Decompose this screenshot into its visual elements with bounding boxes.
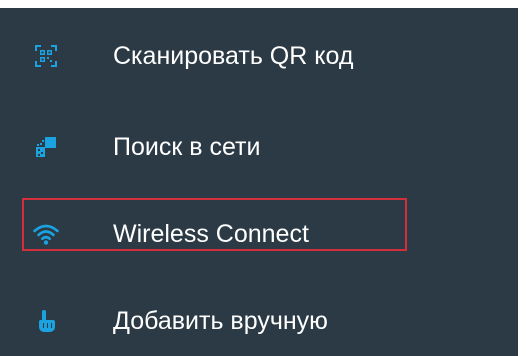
hand-pointer-icon xyxy=(32,307,60,335)
menu-item-add-manually[interactable]: Добавить вручную xyxy=(0,278,518,356)
menu-item-label: Сканировать QR код xyxy=(113,42,354,70)
menu-item-label: Wireless Connect xyxy=(113,220,309,248)
menu-item-label: Поиск в сети xyxy=(113,133,261,161)
qr-scan-icon xyxy=(32,42,60,70)
menu-item-label: Добавить вручную xyxy=(113,307,328,335)
wifi-icon xyxy=(32,220,60,248)
network-search-icon xyxy=(32,133,60,161)
add-device-menu: Сканировать QR код Поиск в сети Wireless… xyxy=(0,8,518,356)
menu-item-wireless-connect[interactable]: Wireless Connect xyxy=(0,191,518,277)
menu-item-network-search[interactable]: Поиск в сети xyxy=(0,104,518,190)
menu-item-scan-qr[interactable]: Сканировать QR код xyxy=(0,13,518,99)
